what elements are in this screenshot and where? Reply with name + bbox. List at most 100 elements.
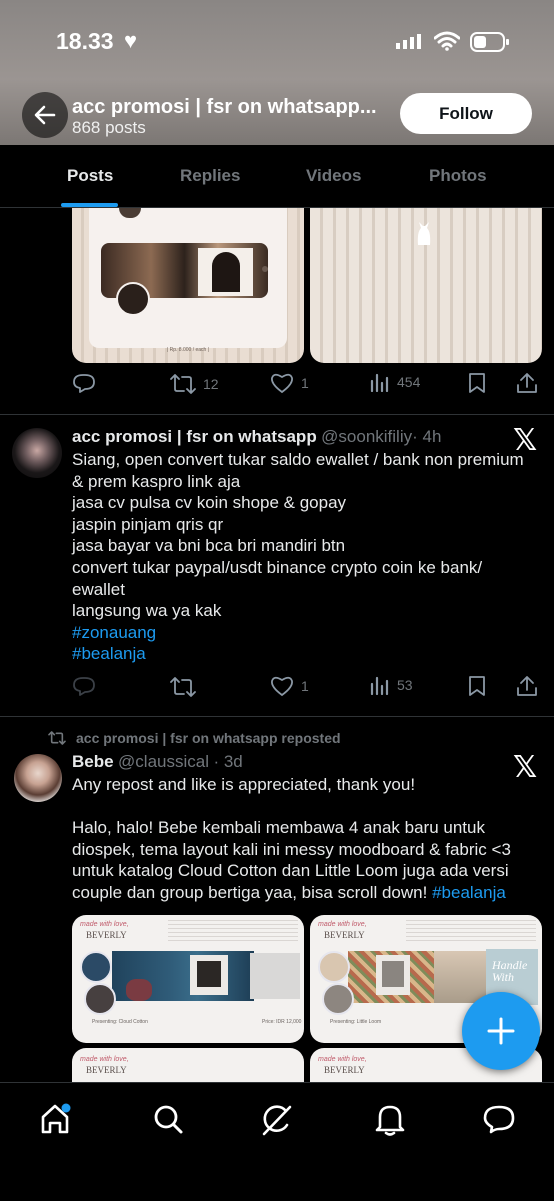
author-name[interactable]: Bebe <box>72 752 114 771</box>
card-brand: BEVERLY <box>86 930 127 940</box>
active-tab-indicator <box>61 203 118 207</box>
bookmark-button[interactable] <box>468 372 486 394</box>
follow-button[interactable]: Follow <box>400 93 532 134</box>
post-text-line: diospek, tema layout kali ini messy mood… <box>72 839 511 859</box>
bookmark-button[interactable] <box>468 675 486 697</box>
author-name[interactable]: acc promosi | fsr on whatsapp <box>72 427 317 446</box>
post-image-3[interactable]: made with love, BEVERLY Presenting: Clou… <box>72 915 304 1043</box>
home-icon <box>41 1103 71 1134</box>
views-chart-icon <box>370 676 389 695</box>
post-time: · 3d <box>213 752 243 771</box>
avatar[interactable] <box>12 428 62 478</box>
posts-count: 868 posts <box>72 118 146 137</box>
heart-icon <box>271 373 293 394</box>
heart-icon <box>271 676 293 697</box>
share-icon <box>517 676 537 696</box>
wifi-icon <box>434 31 460 51</box>
hashtag-link[interactable]: #zonauang <box>72 622 524 644</box>
tab-replies[interactable]: Replies <box>180 166 240 186</box>
like-count: 1 <box>301 375 309 391</box>
views-chart-icon <box>370 373 389 392</box>
post-time: · 4h <box>412 427 442 446</box>
repost-label: acc promosi | fsr on whatsapp reposted <box>76 730 341 746</box>
chat-bubble-icon <box>483 1105 515 1134</box>
bookmark-icon <box>469 373 485 393</box>
card-presenting: Presenting: Little Loom <box>330 1019 382 1025</box>
post-divider <box>0 716 554 717</box>
cellular-signal-icon <box>396 34 421 49</box>
cat-silhouette-icon <box>417 222 431 245</box>
post-text-fragment: couple dan group bertiga yaa, bisa scrol… <box>72 882 428 902</box>
views-button[interactable]: 53 <box>370 675 413 695</box>
hashtag-link[interactable]: #bealanja <box>432 883 506 902</box>
share-button[interactable] <box>516 675 538 697</box>
repost-icon <box>170 374 196 394</box>
like-button[interactable]: 1 <box>270 675 309 697</box>
battery-icon <box>470 32 509 52</box>
views-button[interactable]: 454 <box>370 372 420 392</box>
like-button[interactable]: 1 <box>270 372 309 394</box>
plus-icon <box>487 1017 515 1045</box>
post3-author-line: Bebe @claussical · 3d <box>72 752 243 772</box>
back-button[interactable] <box>22 92 68 138</box>
repost-button[interactable]: 12 <box>170 372 219 396</box>
card-price: Price: IDR 12,000 <box>262 1019 302 1025</box>
avatar[interactable] <box>14 754 62 802</box>
hashtag-link[interactable]: #bealanja <box>72 643 524 665</box>
nav-notifications[interactable] <box>374 1103 406 1142</box>
post-text-line: couple dan group bertiga yaa, bisa scrol… <box>72 882 511 904</box>
nav-search[interactable] <box>152 1103 184 1140</box>
card-brand: BEVERLY <box>324 1065 365 1075</box>
tab-posts[interactable]: Posts <box>67 166 113 186</box>
nav-home[interactable] <box>40 1103 74 1140</box>
heart-status-icon: ♥ <box>124 28 138 53</box>
nav-messages[interactable] <box>482 1103 516 1142</box>
bell-icon <box>375 1105 405 1136</box>
post-text-line: untuk katalog Cloud Cotton dan Little Lo… <box>72 861 509 881</box>
nav-grok[interactable] <box>260 1103 294 1142</box>
profile-header: 18.33 ♥ acc promosi | fsr on whatsapp...… <box>0 0 554 145</box>
repost-indicator[interactable]: acc promosi | fsr on whatsapp reposted <box>48 730 341 746</box>
reply-icon <box>73 374 95 393</box>
post-text-line: convert tukar paypal/usdt binance crypto… <box>72 557 483 577</box>
post-text-line: jaspin pinjam qris qr <box>72 514 224 534</box>
card-script: made with love, <box>318 921 367 928</box>
card-brand: BEVERLY <box>86 1065 127 1075</box>
share-icon <box>517 373 537 393</box>
author-handle[interactable]: @claussical <box>118 752 209 771</box>
post2-author-line: acc promosi | fsr on whatsapp @soonkifil… <box>72 427 441 447</box>
views-count: 454 <box>397 374 421 390</box>
post-text-line: jasa bayar va bni bca bri mandiri btn <box>72 536 346 556</box>
post-text-line: Siang, open convert tukar saldo ewallet … <box>72 450 524 469</box>
post-divider <box>0 414 554 415</box>
card-script: made with love, <box>80 921 129 928</box>
bookmark-icon <box>469 676 485 696</box>
post-text-line: Halo, halo! Bebe kembali membawa 4 anak … <box>72 818 485 838</box>
tab-videos[interactable]: Videos <box>306 166 361 186</box>
repost-count: 12 <box>203 376 219 392</box>
repost-icon <box>170 677 196 697</box>
repost-button[interactable] <box>170 675 203 699</box>
post2-actions: 1 53 <box>72 675 542 701</box>
tab-photos[interactable]: Photos <box>429 166 487 186</box>
grok-icon <box>262 1105 292 1136</box>
bottom-navigation <box>0 1082 554 1201</box>
card-brand: BEVERLY <box>324 930 365 940</box>
author-handle[interactable]: @soonkifiliy <box>321 427 412 446</box>
repost-icon <box>48 731 66 745</box>
post1-actions: 12 1 454 <box>72 372 542 398</box>
post-text-line: ewallet <box>72 579 125 599</box>
compose-button[interactable] <box>462 992 540 1070</box>
share-button[interactable] <box>516 372 538 394</box>
post-text-line: Any repost and like is appreciated, than… <box>72 775 416 794</box>
x-logo-icon: 𝕏 <box>513 751 538 784</box>
post-image-2[interactable] <box>310 208 542 363</box>
reply-button[interactable] <box>72 372 96 396</box>
post-image-1[interactable]: | Rp. 8.000 / each | <box>72 208 304 363</box>
image-price-caption: | Rp. 8.000 / each | <box>166 347 210 353</box>
search-icon <box>154 1105 183 1134</box>
reply-button[interactable] <box>72 675 96 699</box>
card-sticker: Handle With <box>492 958 528 984</box>
card-presenting: Presenting: Cloud Cotton <box>92 1019 148 1025</box>
post-text-line: jasa cv pulsa cv koin shope & gopay <box>72 493 347 513</box>
